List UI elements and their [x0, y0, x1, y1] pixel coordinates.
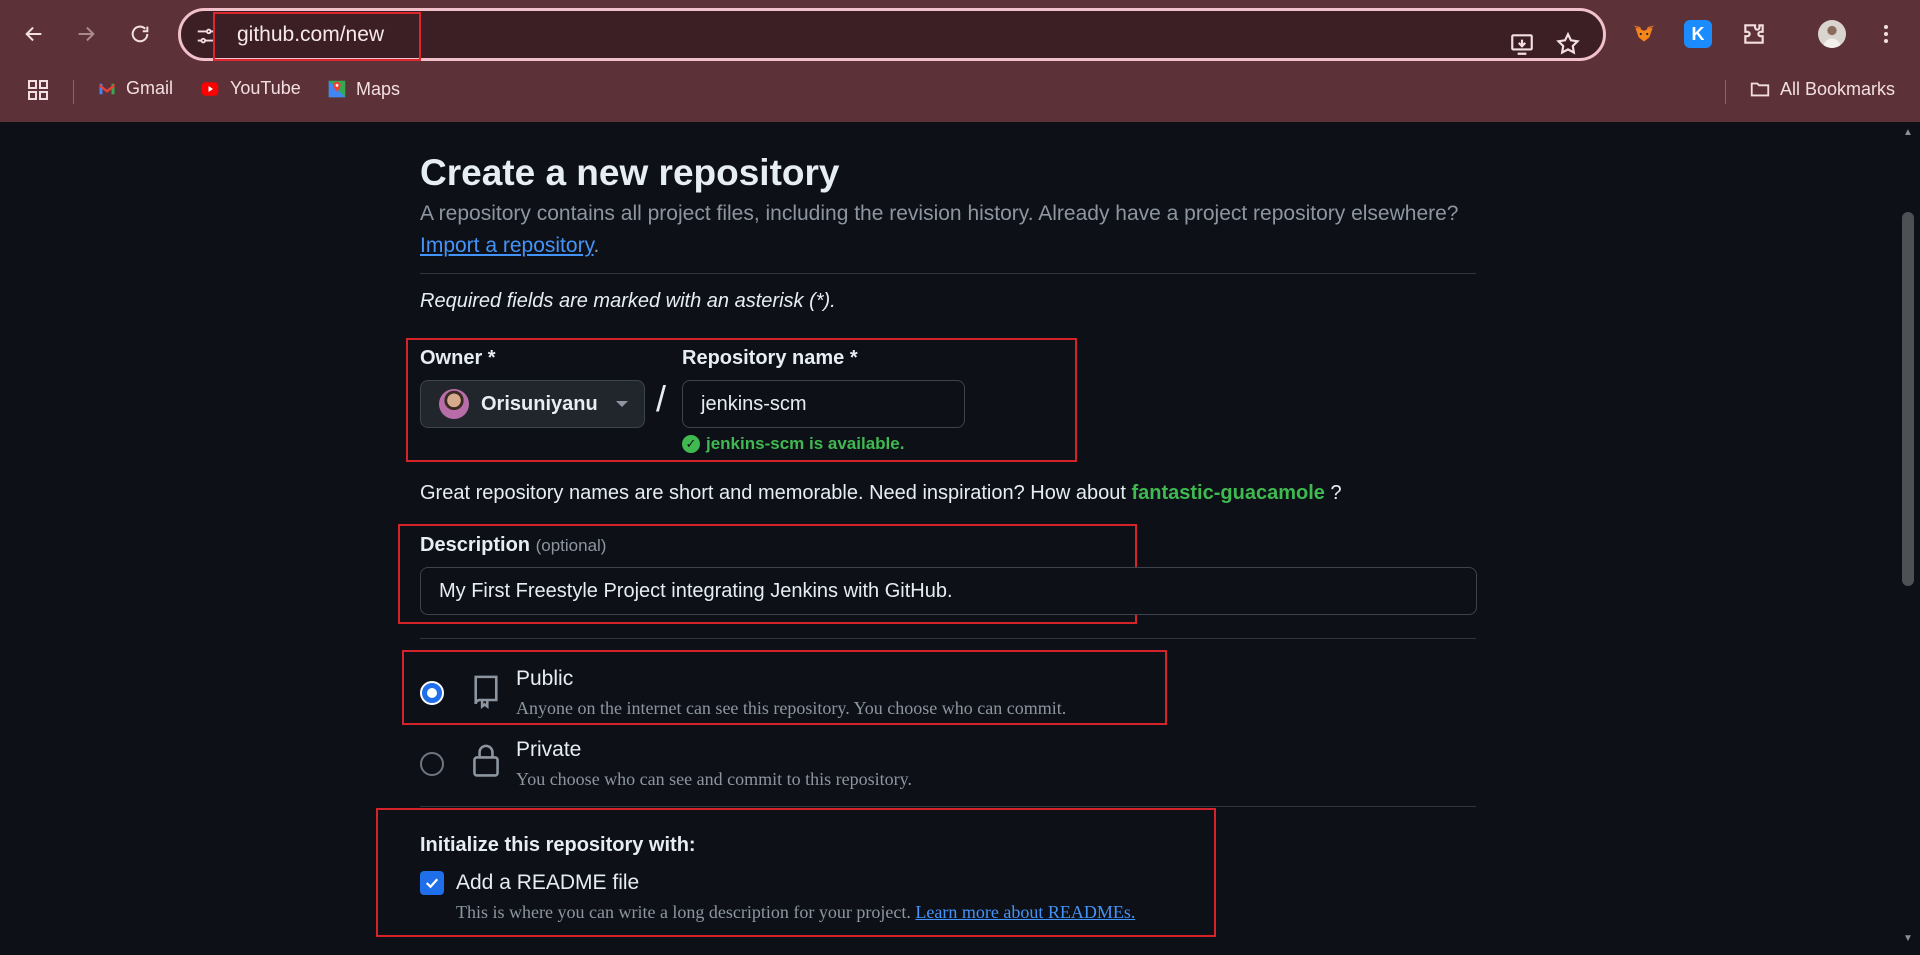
url-highlight-box	[213, 12, 421, 61]
scrollbar-thumb[interactable]	[1902, 212, 1914, 586]
caret-down-icon	[615, 401, 628, 407]
owner-repo-slash: /	[656, 378, 667, 419]
new-repo-page: Create a new repository A repository con…	[0, 122, 1900, 955]
inspiration-suffix: ?	[1330, 482, 1342, 504]
checkmark-icon	[425, 878, 439, 889]
private-title: Private	[516, 738, 582, 761]
inspiration-prefix: Great repository names are short and mem…	[420, 482, 1126, 504]
browser-menu-button[interactable]	[1872, 20, 1900, 48]
kebab-menu-icon	[1884, 25, 1888, 43]
bookmark-maps[interactable]: Maps	[326, 78, 400, 100]
bookmark-youtube[interactable]: YouTube	[198, 78, 301, 99]
browser-chrome: github.com/new K Gmail YouTube Maps All …	[0, 0, 1920, 122]
bookmark-youtube-label: YouTube	[230, 78, 301, 98]
name-inspiration: Great repository names are short and mem…	[420, 482, 1342, 505]
readme-checkbox[interactable]	[420, 871, 444, 895]
repo-name-input[interactable]: jenkins-scm	[682, 380, 965, 428]
profile-icon	[1822, 25, 1842, 48]
description-label: Description (optional)	[420, 534, 606, 557]
folder-icon	[1750, 82, 1770, 97]
owner-select[interactable]: Orisuniyanu	[420, 380, 645, 428]
learn-readme-link[interactable]: Learn more about READMEs.	[915, 902, 1135, 922]
public-title: Public	[516, 667, 574, 690]
reload-icon	[131, 25, 149, 43]
repo-availability: ✓ jenkins-scm is available.	[682, 434, 904, 454]
required-note: Required fields are marked with an aster…	[420, 290, 836, 312]
apps-grid-icon	[28, 80, 48, 100]
apps-button[interactable]	[26, 78, 50, 102]
bookmark-gmail-label: Gmail	[126, 78, 174, 98]
forward-button[interactable]	[68, 16, 104, 52]
page-subtitle: A repository contains all project files,…	[420, 202, 1459, 225]
install-app-icon[interactable]	[1509, 31, 1535, 57]
divider	[420, 273, 1476, 274]
bookmarks-bar: Gmail YouTube Maps All Bookmarks	[0, 72, 1920, 108]
readme-label[interactable]: Add a README file	[456, 871, 639, 895]
k-extension[interactable]: K	[1684, 20, 1712, 48]
private-desc: You choose who can see and commit to thi…	[516, 769, 912, 789]
profile-avatar[interactable]	[1818, 20, 1846, 48]
scroll-down-arrow[interactable]: ▼	[1902, 934, 1914, 944]
extensions-button[interactable]	[1740, 20, 1768, 48]
bookmark-gmail[interactable]: Gmail	[96, 78, 173, 99]
repo-name-label: Repository name *	[682, 347, 858, 369]
suggested-name-button[interactable]: fantastic-guacamole	[1131, 482, 1324, 504]
availability-text: jenkins-scm is available.	[706, 434, 905, 453]
reload-button[interactable]	[122, 16, 158, 52]
bookmarks-separator-right	[1725, 80, 1726, 104]
youtube-icon	[201, 81, 219, 96]
readme-desc: This is where you can write a long descr…	[456, 902, 1135, 923]
import-suffix: .	[593, 234, 600, 257]
divider	[420, 638, 1476, 639]
private-radio[interactable]	[420, 752, 444, 776]
bookmarks-separator	[73, 80, 74, 104]
all-bookmarks-button[interactable]: All Bookmarks	[1748, 78, 1895, 100]
divider	[420, 806, 1476, 807]
gmail-icon	[99, 83, 115, 94]
public-desc: Anyone on the internet can see this repo…	[516, 698, 1067, 718]
back-button[interactable]	[16, 16, 52, 52]
puzzle-icon	[1744, 24, 1764, 44]
import-repository-link[interactable]: Import a repository	[420, 234, 594, 257]
bookmark-star-icon[interactable]	[1555, 31, 1581, 57]
scroll-up-arrow[interactable]: ▲	[1902, 128, 1914, 138]
description-optional: (optional)	[535, 536, 607, 555]
arrow-right-icon	[78, 26, 95, 42]
owner-label: Owner *	[420, 347, 496, 369]
repo-book-icon	[474, 675, 498, 709]
check-circle-icon: ✓	[682, 435, 700, 453]
metamask-extension[interactable]	[1630, 20, 1658, 48]
owner-name: Orisuniyanu	[481, 392, 598, 415]
description-label-text: Description	[420, 534, 531, 556]
bookmark-maps-label: Maps	[356, 78, 401, 99]
lock-icon	[473, 744, 499, 777]
all-bookmarks-label: All Bookmarks	[1780, 78, 1896, 99]
owner-avatar	[439, 389, 469, 419]
page-title: Create a new repository	[420, 152, 840, 193]
public-radio[interactable]	[420, 681, 444, 705]
fox-icon	[1633, 25, 1655, 42]
description-input[interactable]: My First Freestyle Project integrating J…	[420, 567, 1477, 615]
arrow-left-icon	[25, 26, 42, 42]
init-title: Initialize this repository with:	[420, 834, 696, 856]
import-line: Import a repository.	[420, 234, 599, 258]
k-extension-letter: K	[1691, 23, 1705, 44]
readme-desc-text: This is where you can write a long descr…	[456, 902, 911, 922]
maps-icon	[328, 80, 346, 98]
